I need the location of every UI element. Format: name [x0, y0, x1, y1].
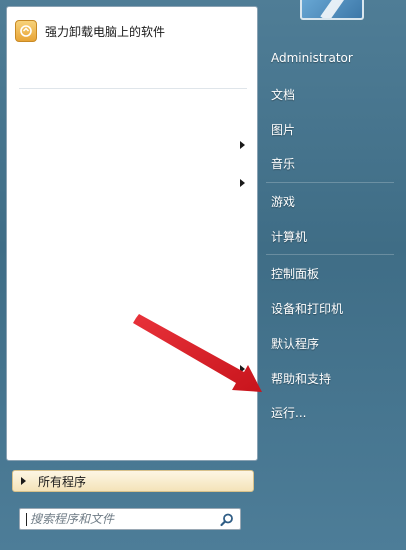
search-icon[interactable]: [219, 512, 235, 528]
programs-panel: 强力卸载电脑上的软件: [6, 6, 258, 461]
user-picture[interactable]: [300, 0, 364, 20]
documents-link[interactable]: 文档: [271, 86, 295, 103]
default-programs-link[interactable]: 默认程序: [271, 335, 319, 352]
search-box[interactable]: [19, 508, 241, 530]
computer-link[interactable]: 计算机: [271, 228, 307, 245]
music-link[interactable]: 音乐: [271, 155, 295, 172]
all-programs-label: 所有程序: [38, 474, 87, 489]
search-input[interactable]: [20, 512, 220, 526]
user-name-link[interactable]: Administrator: [271, 51, 353, 65]
pinned-separator: [19, 88, 247, 89]
control-panel-link[interactable]: 控制面板: [271, 265, 319, 282]
chevron-right-icon[interactable]: [240, 141, 245, 149]
right-separator: [266, 182, 394, 183]
games-link[interactable]: 游戏: [271, 193, 295, 210]
devices-printers-link[interactable]: 设备和打印机: [271, 300, 343, 317]
chevron-right-icon[interactable]: [240, 365, 245, 373]
all-programs-button[interactable]: 所有程序: [12, 470, 254, 492]
chevron-right-icon[interactable]: [240, 179, 245, 187]
right-separator: [266, 254, 394, 255]
pinned-app-uninstaller[interactable]: 强力卸载电脑上的软件: [11, 13, 253, 49]
start-menu: 强力卸载电脑上的软件 所有程序 Administrator 文档 图片 音乐 游…: [0, 0, 406, 550]
help-support-link[interactable]: 帮助和支持: [271, 370, 331, 387]
run-link[interactable]: 运行...: [271, 404, 306, 421]
chevron-right-icon: [21, 477, 26, 485]
text-caret: [26, 513, 27, 526]
uninstaller-box-icon: [15, 20, 37, 42]
pinned-app-label: 强力卸载电脑上的软件: [45, 24, 166, 39]
pictures-link[interactable]: 图片: [271, 121, 295, 138]
user-picture-graphic: [320, 0, 346, 18]
